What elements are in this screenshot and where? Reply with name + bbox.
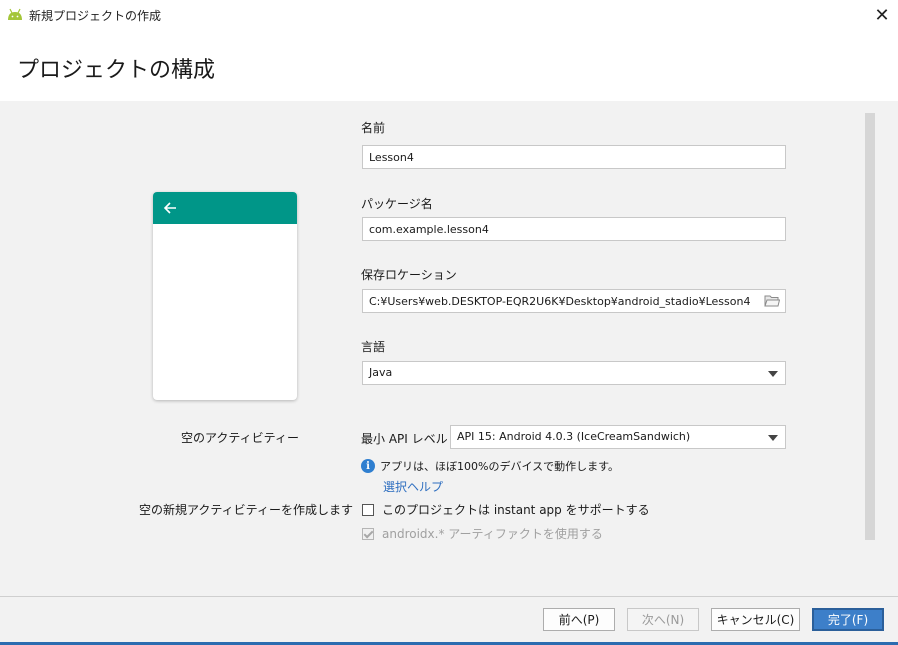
folder-icon[interactable] — [764, 294, 780, 307]
language-label: 言語 — [361, 340, 386, 354]
back-arrow-icon — [163, 202, 176, 214]
preview-app-bar — [153, 192, 297, 224]
location-input[interactable] — [363, 290, 759, 312]
name-input[interactable] — [363, 146, 759, 168]
info-icon: i — [361, 459, 375, 473]
language-select[interactable]: Java — [362, 361, 786, 385]
location-field-box — [362, 289, 786, 313]
finish-button[interactable]: 完了(F) — [812, 608, 884, 631]
androidx-option: androidx.* アーティファクトを使用する — [362, 525, 603, 542]
androidx-label: androidx.* アーティファクトを使用する — [382, 527, 603, 541]
help-link[interactable]: 選択ヘルプ — [383, 478, 443, 495]
name-field-box — [362, 145, 786, 169]
package-field-box — [362, 217, 786, 241]
page-title: プロジェクトの構成 — [17, 58, 216, 83]
close-icon: ✕ — [874, 4, 890, 26]
page-header: プロジェクトの構成 — [0, 30, 898, 101]
close-button[interactable]: ✕ — [866, 0, 898, 30]
instant-app-label: このプロジェクトは instant app をサポートする — [382, 503, 650, 517]
package-label: パッケージ名 — [361, 197, 433, 211]
chevron-down-icon — [768, 371, 778, 377]
instant-app-option[interactable]: このプロジェクトは instant app をサポートする — [362, 501, 650, 518]
preview-label: 空のアクティビティー — [181, 431, 299, 445]
activity-preview — [153, 192, 297, 400]
api-info-text: アプリは、ほぼ100%のデバイスで動作します。 — [380, 460, 620, 473]
android-studio-icon — [8, 8, 22, 20]
location-label: 保存ロケーション — [361, 268, 457, 282]
next-button[interactable]: 次へ(N) — [627, 608, 699, 631]
preview-description: 空の新規アクティビティーを作成します — [139, 503, 353, 517]
api-info: i アプリは、ほぼ100%のデバイスで動作します。 — [361, 458, 619, 474]
name-label: 名前 — [361, 121, 386, 135]
language-select-value: Java — [369, 366, 393, 379]
androidx-checkbox — [362, 527, 374, 540]
cancel-button[interactable]: キャンセル(C) — [711, 608, 800, 631]
instant-app-checkbox[interactable] — [362, 503, 374, 516]
vertical-scrollbar[interactable] — [865, 113, 875, 540]
previous-button[interactable]: 前へ(P) — [543, 608, 615, 631]
title-bar: 新規プロジェクトの作成 ✕ — [0, 0, 898, 30]
package-input[interactable] — [363, 218, 759, 240]
chevron-down-icon — [768, 435, 778, 441]
min-api-select-value: API 15: Android 4.0.3 (IceCreamSandwich) — [457, 430, 691, 443]
min-api-select[interactable]: API 15: Android 4.0.3 (IceCreamSandwich) — [450, 425, 786, 449]
footer-divider — [0, 596, 898, 597]
window-title: 新規プロジェクトの作成 — [29, 9, 162, 23]
min-api-label: 最小 API レベル — [361, 432, 448, 446]
